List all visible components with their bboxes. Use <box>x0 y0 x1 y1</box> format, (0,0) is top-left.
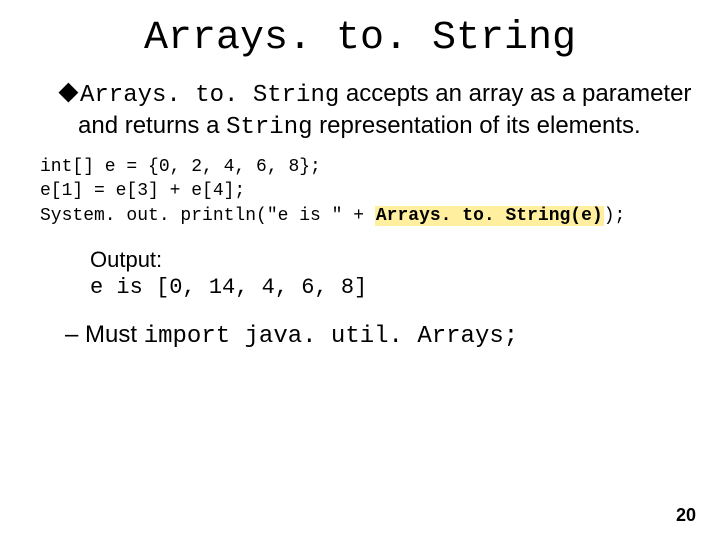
bullet-icon <box>59 83 79 103</box>
body-mono-1: Arrays. to. String <box>80 82 339 109</box>
must-dash: – Must <box>65 321 144 348</box>
slide: Arrays. to. String Arrays. to. String ac… <box>0 0 720 540</box>
body-mono-2: String <box>226 114 312 141</box>
code-line-3: System. out. println("e is " + Arrays. t… <box>40 204 700 228</box>
slide-title: Arrays. to. String <box>20 16 700 61</box>
body-bullet: Arrays. to. String accepts an array as a… <box>60 79 700 143</box>
must-line: – Must import java. util. Arrays; <box>65 321 700 350</box>
must-code: import java. util. Arrays; <box>144 323 518 350</box>
code-l3-a: System. out. println("e is " + <box>40 206 375 226</box>
page-number: 20 <box>676 505 696 526</box>
output-label: Output: <box>90 246 700 275</box>
output-block: Output: e is [0, 14, 4, 6, 8] <box>90 246 700 303</box>
code-block: int[] e = {0, 2, 4, 6, 8}; e[1] = e[3] +… <box>40 155 700 228</box>
code-line-1: int[] e = {0, 2, 4, 6, 8}; <box>40 155 700 179</box>
body-text-2: representation of its elements. <box>313 112 641 139</box>
output-line: e is [0, 14, 4, 6, 8] <box>90 274 700 303</box>
code-line-2: e[1] = e[3] + e[4]; <box>40 179 700 203</box>
code-l3-b: ); <box>604 206 626 226</box>
code-highlight: Arrays. to. String(e) <box>375 206 604 226</box>
